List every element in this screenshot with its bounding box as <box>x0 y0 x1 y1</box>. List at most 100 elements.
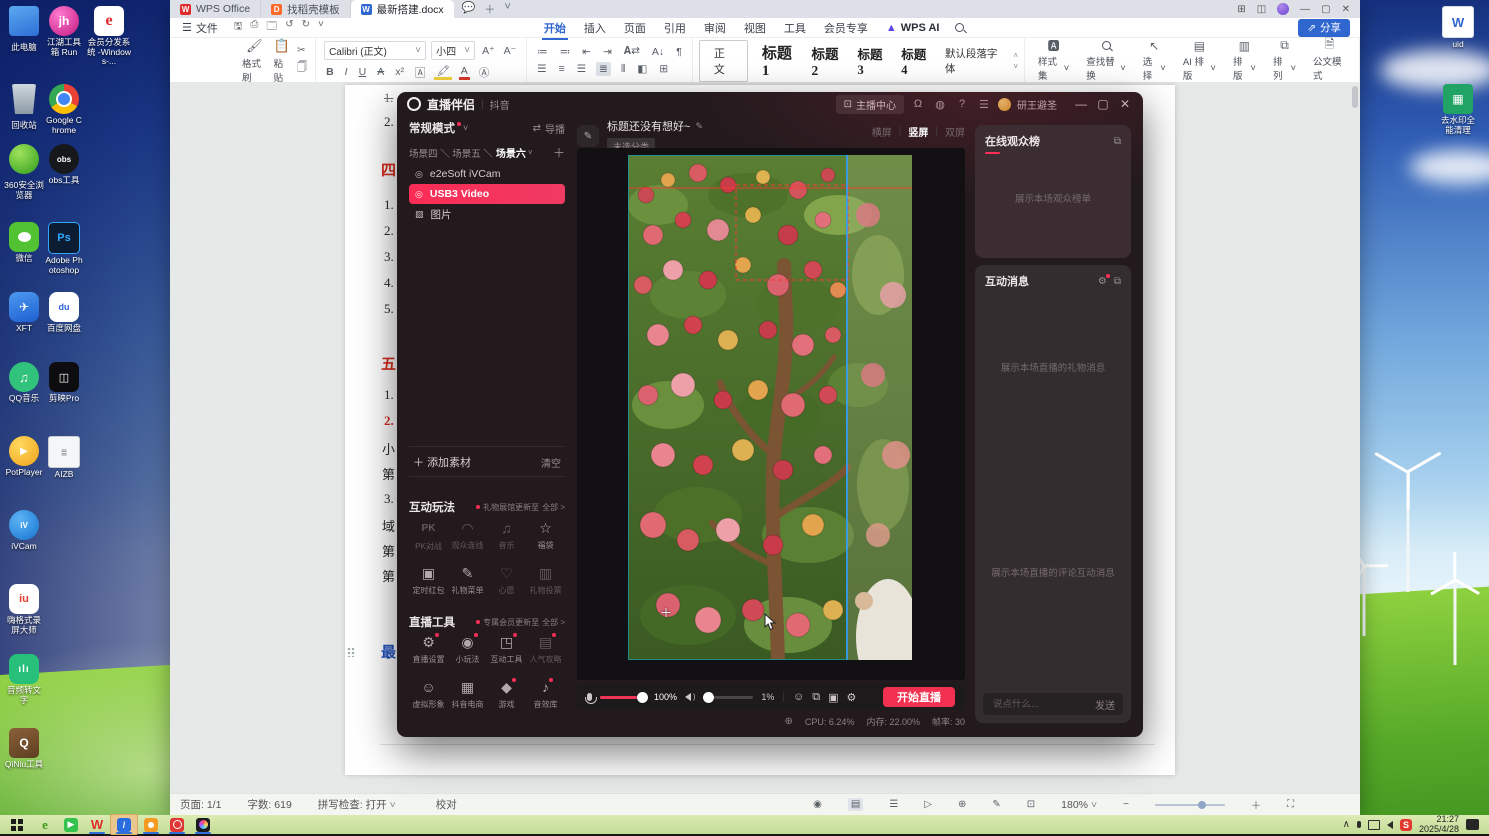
chat-input[interactable] <box>991 697 1095 711</box>
headset-icon[interactable]: Ω <box>910 98 926 110</box>
taskbar-green-player[interactable]: ▶ <box>58 815 84 834</box>
char-border-icon[interactable]: 🄰 <box>413 65 428 80</box>
start-streaming-button[interactable]: 开始直播 <box>883 687 955 707</box>
style-scroll-up-icon[interactable]: ˄ <box>1013 51 1018 60</box>
edit-title-button[interactable]: ✎ <box>577 125 599 148</box>
desktop-icon-qiniu[interactable]: Q QiNiu工具 <box>4 728 44 770</box>
clock[interactable]: 21:27 2025/4/28 <box>1419 814 1459 834</box>
edit-pencil-icon[interactable]: ✎ <box>695 121 703 132</box>
stream-title[interactable]: 标题还没有想好~ <box>607 118 690 134</box>
wps-close-button[interactable]: ✕ <box>1342 4 1350 15</box>
tool-interact-tools[interactable]: ◳ 互动工具 <box>487 632 526 675</box>
desktop-icon-audio-to-text[interactable]: ılı 音频转文字 <box>4 654 44 705</box>
search-icon[interactable] <box>955 23 965 32</box>
zoom-slider-knob[interactable] <box>1198 800 1207 809</box>
popout-icon[interactable]: ⧉ <box>1114 276 1121 287</box>
taskbar-orange-app[interactable] <box>138 815 164 834</box>
stats-zoom-icon[interactable]: ⊕ <box>785 716 793 727</box>
desktop-icon-jianghu-toolbox[interactable]: jh 江湖工具箱 Run <box>44 6 84 57</box>
menu-page[interactable]: 页面 <box>622 20 648 36</box>
border-icon[interactable]: ⊞ <box>657 63 670 75</box>
desktop-icon-wechat[interactable]: 微信 <box>4 222 44 264</box>
desktop-icon-hgs-recorder[interactable]: iu 嗨格式录屏大师 <box>4 584 44 635</box>
copy-icon[interactable]: 🗍 <box>297 60 307 77</box>
undo-icon[interactable]: ↺ <box>285 19 293 36</box>
layout-switch-icon[interactable]: ⊞ <box>1237 4 1245 15</box>
align-center-icon[interactable]: ≡ <box>557 63 567 75</box>
popout-icon[interactable]: ⧉ <box>1114 136 1121 147</box>
new-tab-button[interactable]: ＋ <box>484 1 495 17</box>
proofread-button[interactable]: 校对 <box>436 797 457 812</box>
source-item-image[interactable]: ▨ 图片 <box>409 204 565 224</box>
outline-view-icon[interactable]: ☰ <box>889 799 898 810</box>
align-left-icon[interactable]: ☰ <box>535 63 548 75</box>
menu-review[interactable]: 审阅 <box>702 20 728 36</box>
cut-icon[interactable]: ✂ <box>297 45 307 56</box>
number-list-icon[interactable]: ≕ <box>558 46 573 58</box>
interact-wish[interactable]: ♡ 心愿 <box>487 563 526 606</box>
taskbar-red-recorder[interactable] <box>164 815 190 834</box>
italic-icon[interactable]: I <box>343 66 350 78</box>
zoom-slider[interactable] <box>1155 800 1225 809</box>
mic-volume-slider[interactable] <box>600 691 648 703</box>
edit-mode-icon[interactable]: ✎ <box>992 799 1000 810</box>
style-default-font[interactable]: 默认段落字体 <box>945 46 999 76</box>
desktop-icon-photoshop[interactable]: Ps Adobe Photoshop <box>44 222 84 275</box>
paragraph-drag-handle-icon[interactable] <box>347 647 355 657</box>
live-close-button[interactable]: ✕ <box>1117 97 1133 111</box>
desktop-icon-xft[interactable]: ✈ XFT <box>4 292 44 334</box>
quickbar-chevron-icon[interactable]: ˅ <box>318 19 324 36</box>
system-volume-slider[interactable] <box>703 691 754 703</box>
menu-insert[interactable]: 插入 <box>582 20 608 36</box>
desktop-icon-potplayer[interactable]: ▶ PotPlayer <box>4 436 44 478</box>
interact-pk[interactable]: PK PK对战 <box>409 518 448 561</box>
tool-popularity-guide[interactable]: ▤ 人气攻略 <box>526 632 565 675</box>
show-marks-icon[interactable]: ¶ <box>674 46 684 58</box>
style-heading3[interactable]: 标题 3 <box>858 44 888 78</box>
shading-icon[interactable]: ◧ <box>635 63 649 75</box>
add-material-button[interactable]: ＋ 添加素材 <box>413 454 471 470</box>
add-scene-button[interactable]: ＋ <box>553 144 565 161</box>
interact-gift-vote[interactable]: ▥ 礼物投票 <box>526 563 565 606</box>
redo-icon[interactable]: ↻ <box>302 19 310 36</box>
style-heading2[interactable]: 标题 2 <box>811 43 843 79</box>
tool-sound-library[interactable]: ♪ 音效库 <box>526 677 565 720</box>
tab-current-doc[interactable]: W 最新搭建.docx <box>350 0 454 18</box>
web-layout-icon[interactable]: ⊕ <box>958 799 966 810</box>
director-toggle[interactable]: ⇄ 导播 <box>533 121 565 136</box>
taskbar-360-browser[interactable]: e <box>32 815 58 834</box>
orientation-landscape[interactable]: 横屏 <box>872 124 892 139</box>
interact-audience-link[interactable]: ◠ 观众连线 <box>448 518 487 561</box>
anchor-center-button[interactable]: ⊡ 主播中心 <box>835 94 904 114</box>
eye-protect-icon[interactable]: ◉ <box>813 799 822 810</box>
font-name-select[interactable]: Calibri (正文) ˅ <box>324 41 427 60</box>
menu-member[interactable]: 会员专享 <box>822 20 870 36</box>
font-size-select[interactable]: 小四 ˅ <box>431 41 476 60</box>
comment-bubble-icon[interactable]: 💬 <box>462 1 476 17</box>
mic-slider-knob[interactable] <box>637 691 648 703</box>
char-shading-icon[interactable]: Ⓐ <box>477 65 492 80</box>
superscript-icon[interactable]: x² <box>393 66 406 78</box>
style-heading4[interactable]: 标题 4 <box>901 44 931 78</box>
tray-mic-icon[interactable] <box>1356 821 1361 828</box>
find-replace-button[interactable]: 查找替换 ˅ <box>1081 39 1131 82</box>
paste-button[interactable]: 📋 粘贴 <box>274 38 290 84</box>
bullet-list-icon[interactable]: ≔ <box>535 46 550 58</box>
save-icon[interactable]: 🖫 <box>234 19 243 36</box>
orientation-dual[interactable]: 双屏 <box>945 124 965 139</box>
tray-expand-chevron-icon[interactable]: ∧ <box>1343 819 1350 830</box>
share-button[interactable]: ⇗ 分享 <box>1298 18 1350 37</box>
fullscreen-icon[interactable]: ⛶ <box>1287 799 1294 810</box>
official-doc-button[interactable]: 🗎 公文模式 <box>1308 37 1351 82</box>
align-right-icon[interactable]: ☰ <box>575 63 588 75</box>
font-decrease-icon[interactable]: A⁻ <box>502 45 519 57</box>
desktop-icon-aizb[interactable]: ≣ AIZB <box>44 436 84 480</box>
message-settings-icon[interactable]: ⚙ <box>1098 276 1107 287</box>
zoom-in-icon[interactable]: ＋ <box>1251 797 1261 812</box>
start-button[interactable] <box>6 815 32 834</box>
menu-view[interactable]: 视图 <box>742 20 768 36</box>
interact-music[interactable]: ♫ 音乐 <box>487 518 526 561</box>
wps-user-avatar[interactable] <box>1277 3 1290 15</box>
file-menu[interactable]: ☰ 文件 <box>180 20 220 36</box>
notification-center-icon[interactable] <box>1466 819 1479 830</box>
